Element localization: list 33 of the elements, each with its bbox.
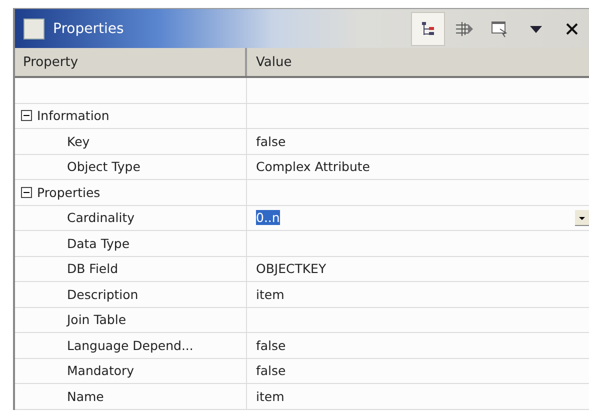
property-value[interactable]: 0..n [256,210,280,226]
property-value: item [256,286,284,302]
window-cursor-icon [491,20,509,38]
window-icon [23,18,45,40]
property-name: Object Type [67,159,140,174]
property-name: Name [67,388,104,404]
property-value: false [256,338,286,353]
filter-icon [454,20,474,38]
property-name: Description [67,286,138,302]
property-name: Mandatory [67,363,134,378]
property-name: Key [67,134,90,149]
property-name: Language Depend... [67,338,194,353]
dropdown-button[interactable] [575,210,589,226]
property-value: OBJECTKEY [256,261,326,276]
property-name: Join Table [67,312,126,328]
tree-view-button[interactable] [411,12,445,46]
property-name: DB Field [67,261,118,276]
column-header[interactable]: Value [247,48,589,76]
close-icon [566,22,578,34]
property-value: false [256,363,286,378]
group-label: Information [37,108,110,124]
group-label: Properties [37,184,100,200]
triangle-down-icon [529,24,543,34]
tree-icon [420,20,436,36]
property-name: Cardinality [67,210,135,226]
property-name: Data Type [67,236,130,251]
column-header[interactable]: Property [15,48,247,76]
property-value: item [256,388,284,404]
property-value: Complex Attribute [256,159,370,174]
window-title: Properties [53,20,124,36]
property-value: false [256,134,286,149]
collapse-icon[interactable] [21,110,32,122]
collapse-icon[interactable] [21,186,32,198]
